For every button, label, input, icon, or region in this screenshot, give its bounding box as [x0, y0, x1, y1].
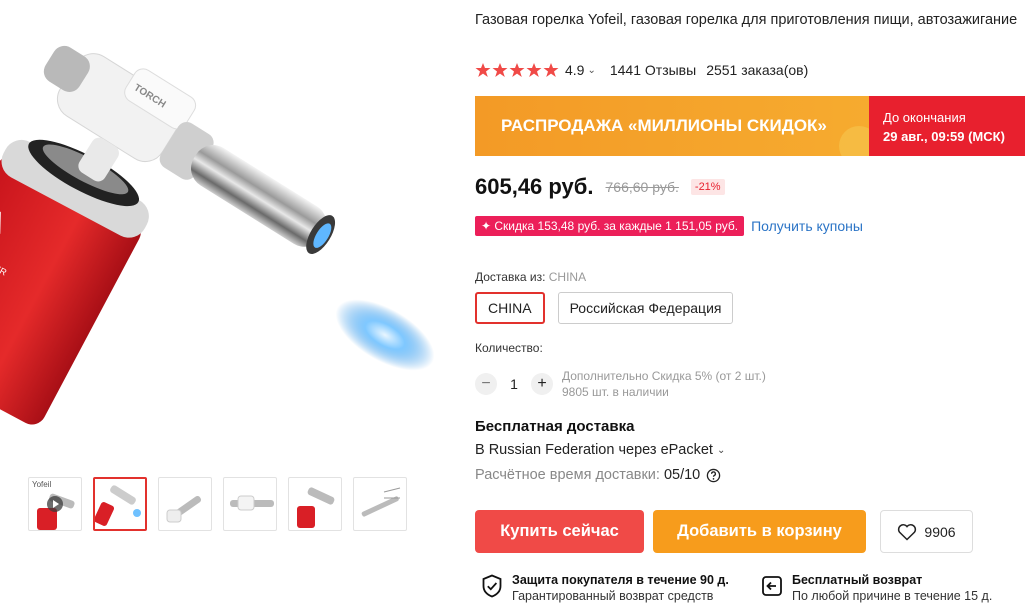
thumbnail-torch-image [361, 487, 401, 517]
stock-note: 9805 шт. в наличии [562, 385, 669, 399]
thumbnail-torch-image [297, 487, 335, 528]
coupon-badge: ✦ Скидка 153,48 руб. за каждые 1 151,05 … [475, 216, 745, 236]
return-icon [762, 576, 782, 596]
main-product-image[interactable]: DANGER TORCH [0, 0, 440, 460]
guarantees: Защита покупателя в течение 90 д. Гарант… [481, 573, 1035, 604]
buyer-protection-subtitle: Гарантированный возврат средств [512, 589, 714, 603]
shipping-method-selector[interactable]: В Russian Federation через ePacket ⌄ [475, 442, 725, 458]
ship-from-value: CHINA [548, 270, 587, 284]
star-icon [509, 63, 525, 77]
quantity-stepper: − 1 + Дополнительно Скидка 5% (от 2 шт.)… [475, 368, 766, 400]
thumbnail-3[interactable] [158, 477, 212, 531]
old-price: 766,60 руб. [605, 179, 679, 195]
star-icon [475, 63, 491, 77]
thumbnail-torch-image [166, 495, 202, 523]
delivery-time: Расчётное время доставки: 05/10 [475, 467, 721, 483]
coupon-row: ✦ Скидка 153,48 руб. за каждые 1 151,05 … [475, 216, 863, 236]
sale-decoration-icon [839, 126, 869, 156]
wishlist-count: 9906 [924, 523, 956, 540]
thumbnail-2[interactable] [93, 477, 147, 531]
star-icon [526, 63, 542, 77]
product-title: Газовая горелка Yofeil, газовая горелка … [475, 12, 1018, 28]
thumbnail-torch-image [95, 485, 141, 526]
thumbnail-6[interactable] [353, 477, 407, 531]
get-coupons-link[interactable]: Получить купоны [751, 218, 863, 234]
thumbnail-strip: Yofeil [28, 477, 407, 531]
ship-option-russia[interactable]: Российская Федерация [557, 292, 734, 324]
rating-stars [475, 62, 559, 78]
ship-from-options: CHINA Российская Федерация [475, 292, 734, 324]
shipping-method: В Russian Federation через ePacket [475, 442, 713, 458]
free-return-subtitle: По любой причине в течение 15 д. [792, 589, 993, 603]
shield-check-icon [482, 574, 502, 598]
quantity-plus-button[interactable]: + [531, 373, 553, 395]
quantity-minus-button[interactable]: − [475, 373, 497, 395]
chevron-down-icon: ⌄ [716, 444, 726, 456]
orders-count: 2551 заказа(ов) [706, 62, 809, 78]
delivery-time-label: Расчётное время доставки: [475, 467, 660, 483]
free-return-title: Бесплатный возврат [792, 573, 923, 587]
delivery-time-value: 05/10 [663, 467, 701, 483]
sale-until-date: 29 авг., 09:59 (МСК) [883, 129, 1005, 144]
ship-from-label: Доставка из: CHINA [475, 270, 586, 284]
star-icon [492, 63, 508, 77]
buyer-protection-title: Защита покупателя в течение 90 д. [512, 573, 729, 587]
add-to-cart-button[interactable]: Добавить в корзину [653, 510, 866, 553]
reviews-count[interactable]: 1441 Отзывы [610, 62, 696, 78]
sale-banner-text: РАСПРОДАЖА «МИЛЛИОНЫ СКИДОК» [501, 116, 827, 135]
heart-icon [898, 523, 917, 541]
sale-countdown: До окончания 29 авг., 09:59 (МСК) [869, 96, 1025, 156]
thumbnail-torch-image [230, 495, 274, 511]
quantity-note: Дополнительно Скидка 5% (от 2 шт.) 9805 … [562, 368, 766, 400]
ship-from-label-text: Доставка из: [475, 270, 546, 284]
free-return[interactable]: Бесплатный возврат По любой причине в те… [761, 573, 1035, 604]
thumbnail-1[interactable]: Yofeil [28, 477, 82, 531]
discount-badge: -21% [690, 179, 725, 195]
action-buttons: Купить сейчас Добавить в корзину 9906 [475, 510, 973, 553]
quantity-label: Количество: [475, 341, 543, 355]
thumbnail-4[interactable] [223, 477, 277, 531]
gas-torch-illustration: DANGER TORCH [0, 45, 435, 425]
ship-option-china[interactable]: CHINA [475, 292, 545, 324]
buy-now-button[interactable]: Купить сейчас [475, 510, 644, 553]
price-row: 605,46 руб. 766,60 руб. -21% [475, 174, 725, 200]
play-video-icon[interactable] [47, 496, 63, 512]
sale-until-label: До окончания [883, 110, 966, 125]
wishlist-button[interactable]: 9906 [880, 510, 973, 553]
current-price: 605,46 руб. [475, 174, 594, 199]
rating-value[interactable]: 4.9 [565, 62, 584, 78]
chevron-down-icon[interactable]: ⌄ [587, 65, 595, 76]
thumbnail-5[interactable] [288, 477, 342, 531]
rating-row: 4.9 ⌄ 1441 Отзывы 2551 заказа(ов) [475, 62, 808, 78]
free-shipping-title: Бесплатная доставка [475, 418, 635, 435]
buyer-protection[interactable]: Защита покупателя в течение 90 д. Гарант… [481, 573, 761, 604]
thumbnail-brand: Yofeil [32, 480, 52, 489]
star-icon [543, 63, 559, 77]
quantity-value[interactable]: 1 [497, 376, 531, 392]
help-icon[interactable] [706, 468, 721, 483]
bulk-discount-note: Дополнительно Скидка 5% (от 2 шт.) [562, 369, 766, 383]
sale-banner[interactable]: РАСПРОДАЖА «МИЛЛИОНЫ СКИДОК» До окончани… [475, 96, 1025, 156]
sale-banner-title-area: РАСПРОДАЖА «МИЛЛИОНЫ СКИДОК» [475, 96, 869, 156]
